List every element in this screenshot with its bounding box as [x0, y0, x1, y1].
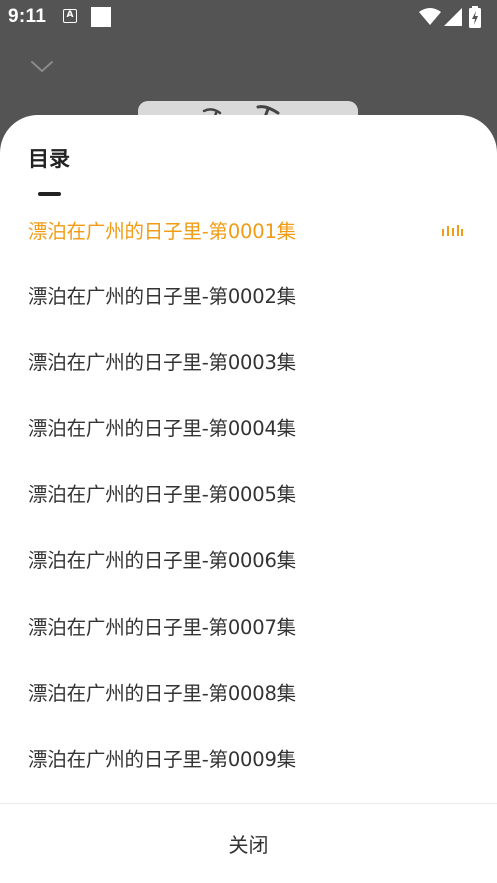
square-notification-icon	[91, 7, 111, 27]
episode-title: 漂泊在广州的日子里-第0004集	[28, 416, 296, 440]
status-bar: 9:11 A	[0, 0, 497, 34]
episode-title: 漂泊在广州的日子里-第0009集	[28, 747, 296, 771]
episode-list: 漂泊在广州的日子里-第0001集 漂泊在广州的日子里-第0002集 漂泊在广州的日子…	[0, 198, 497, 791]
title-indicator	[38, 192, 61, 196]
episode-title: 漂泊在广州的日子里-第0002集	[28, 284, 296, 308]
episode-title: 漂泊在广州的日子里-第0008集	[28, 681, 296, 705]
wifi-icon	[419, 8, 441, 25]
battery-charging-icon	[469, 6, 481, 28]
episode-item[interactable]: 漂泊在广州的日子里-第0006集	[0, 526, 497, 592]
chevron-down-icon[interactable]	[30, 58, 54, 74]
notification-a-icon: A	[63, 9, 77, 23]
playlist-sheet: 目录 漂泊在广州的日子里-第0001集 漂泊在广州的日子里-第0002集 漂泊在广州…	[0, 115, 497, 883]
episode-title: 漂泊在广州的日子里-第0005集	[28, 483, 296, 507]
sheet-title: 目录	[28, 147, 70, 171]
episode-title: 漂泊在广州的日子里-第0003集	[28, 350, 296, 374]
episode-item[interactable]: 漂泊在广州的日子里-第0004集	[0, 393, 497, 459]
episode-item[interactable]: 漂泊在广州的日子里-第0003集	[0, 327, 497, 393]
equalizer-bars-icon	[442, 224, 463, 236]
episode-title: 漂泊在广州的日子里-第0001集	[28, 220, 296, 243]
episode-item[interactable]: 漂泊在广州的日子里-第0005集	[0, 460, 497, 526]
episode-item[interactable]: 漂泊在广州的日子里-第0002集	[0, 261, 497, 327]
status-time: 9:11	[8, 6, 47, 27]
episode-title: 漂泊在广州的日子里-第0007集	[28, 615, 296, 639]
status-icons	[419, 6, 489, 28]
episode-item[interactable]: 漂泊在广州的日子里-第0009集	[0, 724, 497, 790]
episode-item[interactable]: 漂泊在广州的日子里-第0001集	[0, 198, 497, 261]
episode-item[interactable]: 漂泊在广州的日子里-第0008集	[0, 658, 497, 724]
signal-icon	[444, 8, 462, 26]
close-button[interactable]: 关闭	[0, 804, 497, 883]
episode-title: 漂泊在广州的日子里-第0006集	[28, 549, 296, 573]
episode-item[interactable]: 漂泊在广州的日子里-第0007集	[0, 592, 497, 658]
